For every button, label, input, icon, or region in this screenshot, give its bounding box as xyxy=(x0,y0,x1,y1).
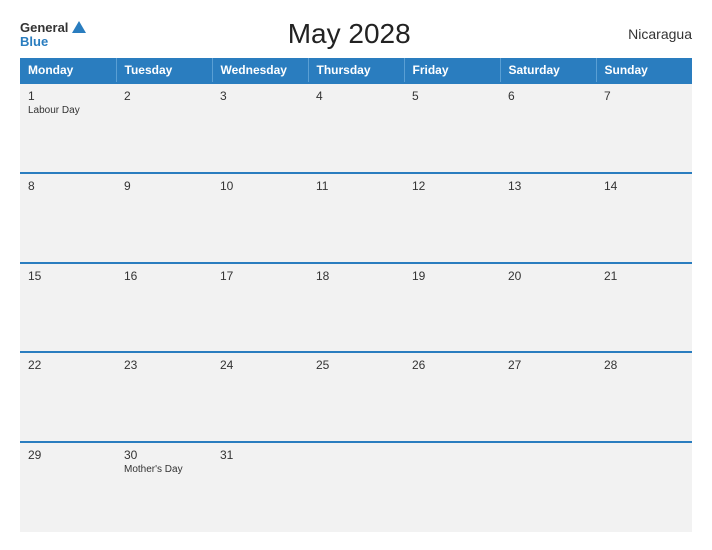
day-number: 30 xyxy=(124,448,204,462)
calendar-cell: 28 xyxy=(596,352,692,442)
day-number: 18 xyxy=(316,269,396,283)
calendar-cell: 11 xyxy=(308,173,404,263)
calendar-cell: 19 xyxy=(404,263,500,353)
weekday-header: Wednesday xyxy=(212,58,308,83)
weekday-header: Monday xyxy=(20,58,116,83)
calendar-cell: 18 xyxy=(308,263,404,353)
calendar-cell: 20 xyxy=(500,263,596,353)
day-number: 12 xyxy=(412,179,492,193)
calendar-week-row: 22 23 24 25 26 27 28 xyxy=(20,352,692,442)
day-number: 11 xyxy=(316,179,396,193)
day-number: 13 xyxy=(508,179,588,193)
day-number: 3 xyxy=(220,89,300,103)
day-number: 22 xyxy=(28,358,108,372)
calendar-cell: 8 xyxy=(20,173,116,263)
day-number: 20 xyxy=(508,269,588,283)
day-number: 6 xyxy=(508,89,588,103)
day-number: 29 xyxy=(28,448,108,462)
country-label: Nicaragua xyxy=(612,26,692,42)
page-header: General Blue May 2028 Nicaragua xyxy=(20,18,692,50)
calendar-title: May 2028 xyxy=(86,18,612,50)
calendar-cell: 30 Mother's Day xyxy=(116,442,212,532)
day-number: 25 xyxy=(316,358,396,372)
calendar-cell: 23 xyxy=(116,352,212,442)
calendar-cell: 17 xyxy=(212,263,308,353)
calendar-cell xyxy=(404,442,500,532)
calendar-cell: 31 xyxy=(212,442,308,532)
calendar-cell: 26 xyxy=(404,352,500,442)
calendar-week-row: 1 Labour Day 2 3 4 5 6 7 xyxy=(20,83,692,173)
day-number: 27 xyxy=(508,358,588,372)
holiday-label: Mother's Day xyxy=(124,464,204,475)
day-number: 15 xyxy=(28,269,108,283)
weekday-header: Saturday xyxy=(500,58,596,83)
calendar-cell: 29 xyxy=(20,442,116,532)
weekday-header: Tuesday xyxy=(116,58,212,83)
calendar-cell: 1 Labour Day xyxy=(20,83,116,173)
day-number: 26 xyxy=(412,358,492,372)
calendar-cell: 15 xyxy=(20,263,116,353)
weekday-header: Thursday xyxy=(308,58,404,83)
calendar-cell: 25 xyxy=(308,352,404,442)
calendar-cell xyxy=(308,442,404,532)
calendar-cell xyxy=(596,442,692,532)
calendar-cell: 13 xyxy=(500,173,596,263)
calendar-cell: 2 xyxy=(116,83,212,173)
day-number: 28 xyxy=(604,358,684,372)
day-number: 17 xyxy=(220,269,300,283)
day-number: 24 xyxy=(220,358,300,372)
calendar-body: 1Labour Day23456789101112131415161718192… xyxy=(20,83,692,532)
calendar-table: MondayTuesdayWednesdayThursdayFridaySatu… xyxy=(20,58,692,532)
weekday-header: Friday xyxy=(404,58,500,83)
day-number: 9 xyxy=(124,179,204,193)
calendar-week-row: 15 16 17 18 19 20 21 xyxy=(20,263,692,353)
calendar-cell: 5 xyxy=(404,83,500,173)
day-number: 8 xyxy=(28,179,108,193)
calendar-cell: 27 xyxy=(500,352,596,442)
calendar-cell: 21 xyxy=(596,263,692,353)
day-number: 31 xyxy=(220,448,300,462)
calendar-cell: 22 xyxy=(20,352,116,442)
day-number: 23 xyxy=(124,358,204,372)
calendar-cell: 10 xyxy=(212,173,308,263)
day-number: 10 xyxy=(220,179,300,193)
calendar-week-row: 8 9 10 11 12 13 14 xyxy=(20,173,692,263)
day-number: 7 xyxy=(604,89,684,103)
weekday-header: Sunday xyxy=(596,58,692,83)
logo-triangle-icon xyxy=(72,21,86,33)
calendar-cell: 6 xyxy=(500,83,596,173)
day-number: 1 xyxy=(28,89,108,103)
calendar-cell: 4 xyxy=(308,83,404,173)
calendar-cell: 12 xyxy=(404,173,500,263)
day-number: 5 xyxy=(412,89,492,103)
weekday-header-row: MondayTuesdayWednesdayThursdayFridaySatu… xyxy=(20,58,692,83)
day-number: 21 xyxy=(604,269,684,283)
logo-general-text: General xyxy=(20,21,68,34)
day-number: 14 xyxy=(604,179,684,193)
calendar-cell: 9 xyxy=(116,173,212,263)
day-number: 4 xyxy=(316,89,396,103)
calendar-cell: 24 xyxy=(212,352,308,442)
holiday-label: Labour Day xyxy=(28,105,108,116)
day-number: 16 xyxy=(124,269,204,283)
calendar-cell: 7 xyxy=(596,83,692,173)
logo: General Blue xyxy=(20,21,86,48)
calendar-cell: 3 xyxy=(212,83,308,173)
day-number: 2 xyxy=(124,89,204,103)
logo-blue-text: Blue xyxy=(20,35,48,48)
calendar-cell: 14 xyxy=(596,173,692,263)
calendar-cell: 16 xyxy=(116,263,212,353)
calendar-week-row: 29 30 Mother's Day 31 xyxy=(20,442,692,532)
calendar-cell xyxy=(500,442,596,532)
day-number: 19 xyxy=(412,269,492,283)
